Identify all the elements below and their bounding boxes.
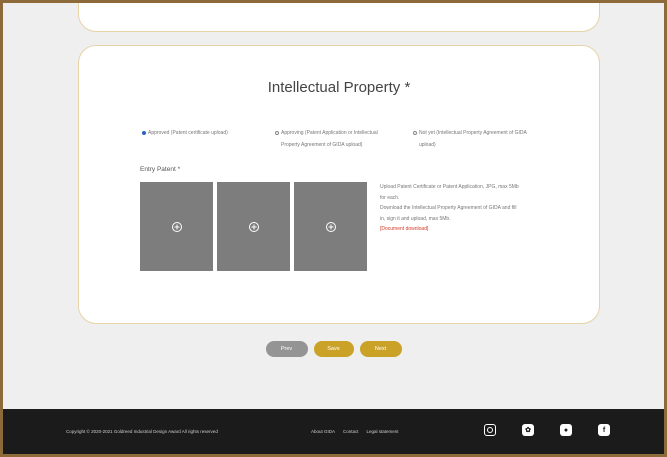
upload-slot-2[interactable] <box>217 182 290 271</box>
save-button[interactable]: Save <box>313 341 354 357</box>
option-approving[interactable]: Approving (Patent Application or Intelle… <box>275 127 395 151</box>
wechat-icon[interactable]: ✿ <box>522 424 534 436</box>
document-download-link[interactable]: [Document download] <box>380 224 520 235</box>
footer-link-about[interactable]: About GIDA <box>311 429 335 434</box>
radio-approved[interactable] <box>142 131 146 135</box>
help-line-1: Upload Patent Certificate or Patent Appl… <box>380 184 519 201</box>
weibo-icon[interactable]: ● <box>560 424 572 436</box>
upload-slot-1[interactable] <box>140 182 213 271</box>
instagram-icon[interactable] <box>484 424 496 436</box>
add-icon <box>325 221 336 232</box>
option-approved-label: Approved (Patent certificate upload) <box>148 130 228 136</box>
copyright-text: Copyright © 2020-2021 Goldreed Industria… <box>66 429 218 434</box>
site-footer: Copyright © 2020-2021 Goldreed Industria… <box>0 409 667 457</box>
upload-slots <box>140 182 367 271</box>
option-approving-label: Approving (Patent Application or Intelle… <box>281 130 378 148</box>
option-not-yet[interactable]: Not yet (Intellectual Property Agreement… <box>413 127 543 151</box>
form-navigation: Prev Save Next <box>0 341 667 357</box>
intellectual-property-card: Intellectual Property * Approved (Patent… <box>78 45 600 324</box>
option-approved[interactable]: Approved (Patent certificate upload) <box>142 127 228 139</box>
entry-patent-label: Entry Patent * <box>140 166 181 173</box>
next-button[interactable]: Next <box>359 341 402 357</box>
radio-not-yet[interactable] <box>413 131 417 135</box>
radio-approving[interactable] <box>275 131 279 135</box>
help-line-2: Download the Intellectual Property Agree… <box>380 205 517 222</box>
add-icon <box>171 221 182 232</box>
footer-link-legal[interactable]: Legal statement <box>367 429 399 434</box>
facebook-icon[interactable]: f <box>598 424 610 436</box>
option-not-yet-label: Not yet (Intellectual Property Agreement… <box>419 130 527 148</box>
previous-section-card <box>78 0 600 32</box>
upload-help-text: Upload Patent Certificate or Patent Appl… <box>380 182 520 235</box>
section-title: Intellectual Property * <box>267 79 411 96</box>
social-icons: ✿ ● f <box>484 424 610 436</box>
prev-button[interactable]: Prev <box>265 341 308 357</box>
add-icon <box>248 221 259 232</box>
footer-links: About GIDA Contact Legal statement <box>311 429 399 434</box>
upload-slot-3[interactable] <box>294 182 367 271</box>
footer-link-contact[interactable]: Contact <box>343 429 359 434</box>
